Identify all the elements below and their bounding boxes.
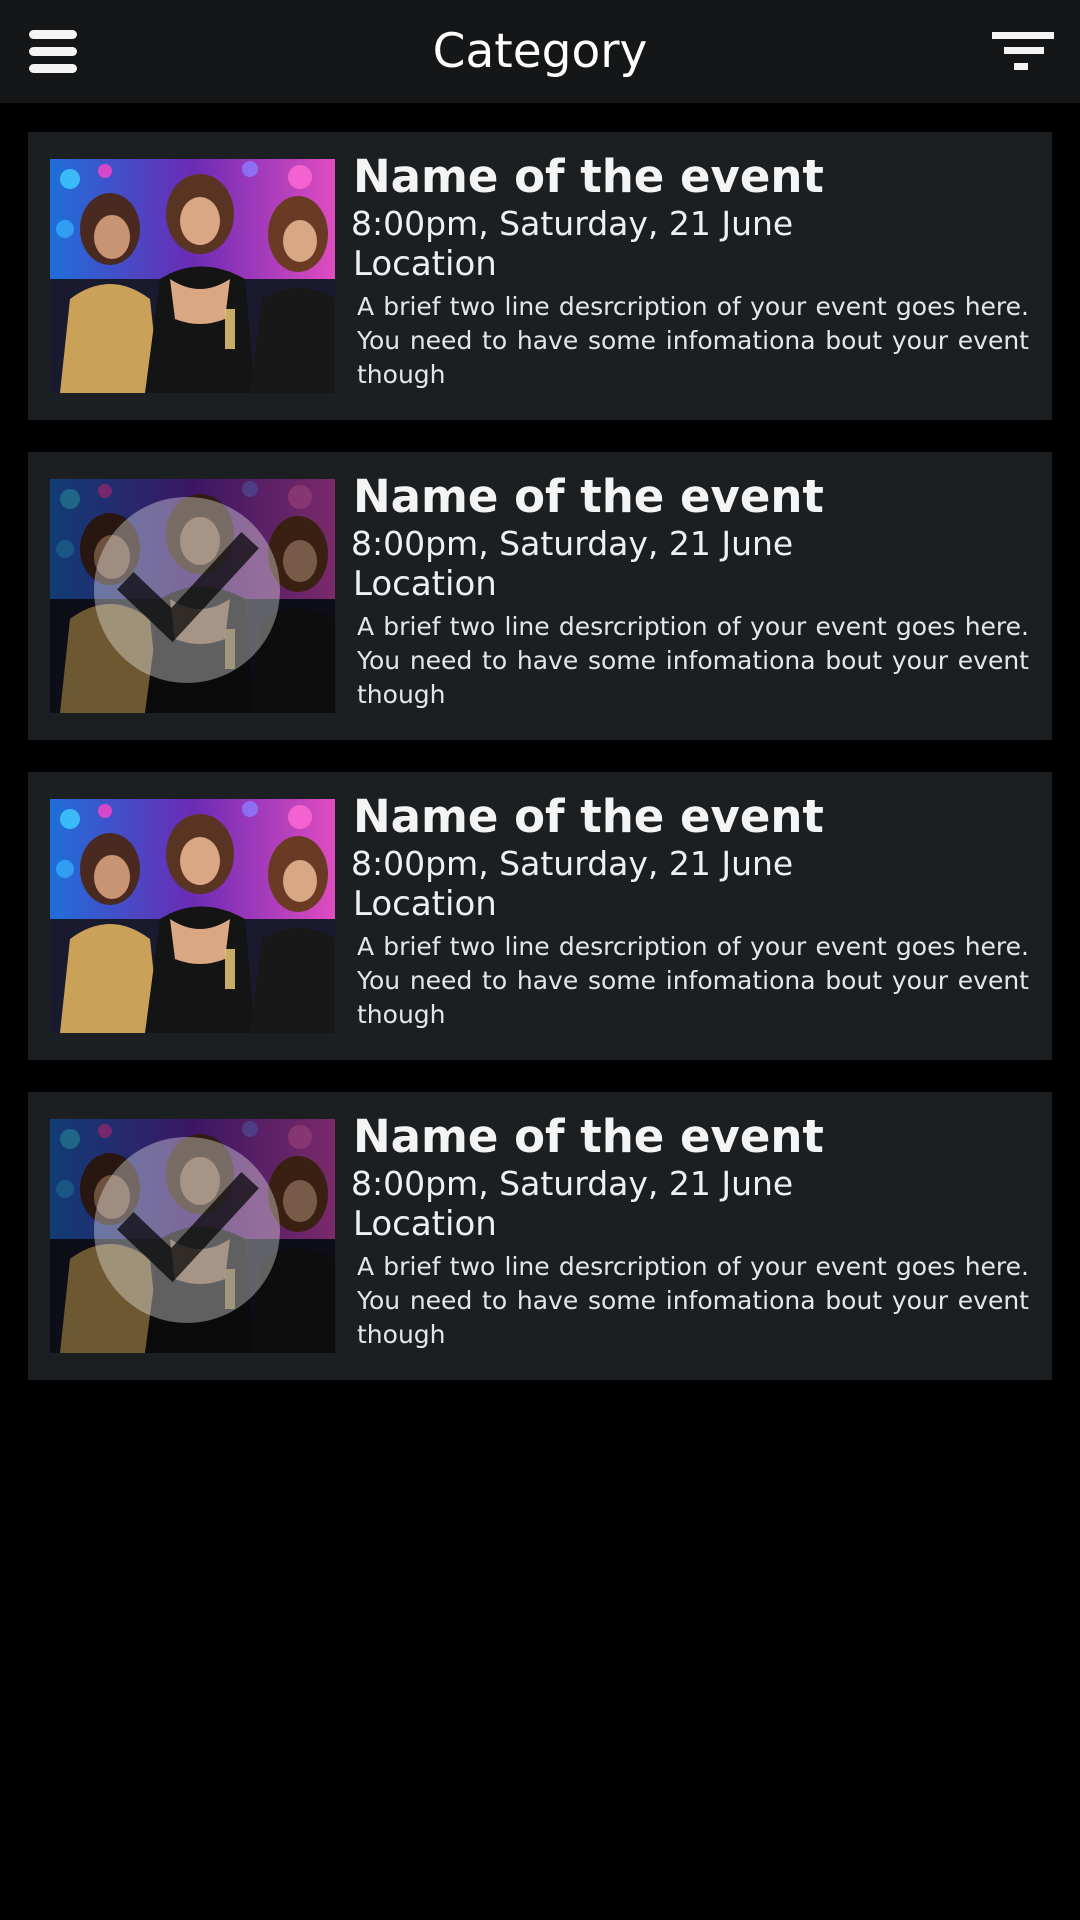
filter-icon[interactable] [992,28,1058,78]
event-location: Location [353,564,497,604]
party-photo [50,159,335,393]
page-title: Category [432,24,648,79]
checkmark-icon [94,497,280,683]
event-thumbnail [50,479,335,713]
app-header: Category [0,0,1080,103]
event-description: A brief two line desrcription of your ev… [357,1252,1029,1349]
event-time: 8:00pm, Saturday, 21 June [351,1164,794,1203]
event-name: Name of the event [353,470,824,523]
event-location: Location [353,884,497,924]
event-card[interactable]: Name of the event 8:00pm, Saturday, 21 J… [28,132,1052,420]
event-location: Location [353,244,497,284]
event-thumbnail [50,159,335,393]
event-name: Name of the event [353,1110,824,1163]
hamburger-menu-icon[interactable] [27,26,83,82]
event-time: 8:00pm, Saturday, 21 June [351,844,794,883]
event-thumbnail [50,1119,335,1353]
selected-overlay [50,1119,335,1353]
event-name: Name of the event [353,150,824,203]
checkmark-icon [94,1137,280,1323]
event-location: Location [353,1204,497,1244]
event-name: Name of the event [353,790,824,843]
event-card[interactable]: Name of the event 8:00pm, Saturday, 21 J… [28,1092,1052,1380]
event-time: 8:00pm, Saturday, 21 June [351,524,794,563]
event-description: A brief two line desrcription of your ev… [357,612,1029,709]
event-time: 8:00pm, Saturday, 21 June [351,204,794,243]
event-card[interactable]: Name of the event 8:00pm, Saturday, 21 J… [28,772,1052,1060]
event-description: A brief two line desrcription of your ev… [357,292,1029,389]
event-list: Name of the event 8:00pm, Saturday, 21 J… [28,132,1052,1412]
event-thumbnail [50,799,335,1033]
event-card[interactable]: Name of the event 8:00pm, Saturday, 21 J… [28,452,1052,740]
event-description: A brief two line desrcription of your ev… [357,932,1029,1029]
selected-overlay [50,479,335,713]
party-photo [50,799,335,1033]
